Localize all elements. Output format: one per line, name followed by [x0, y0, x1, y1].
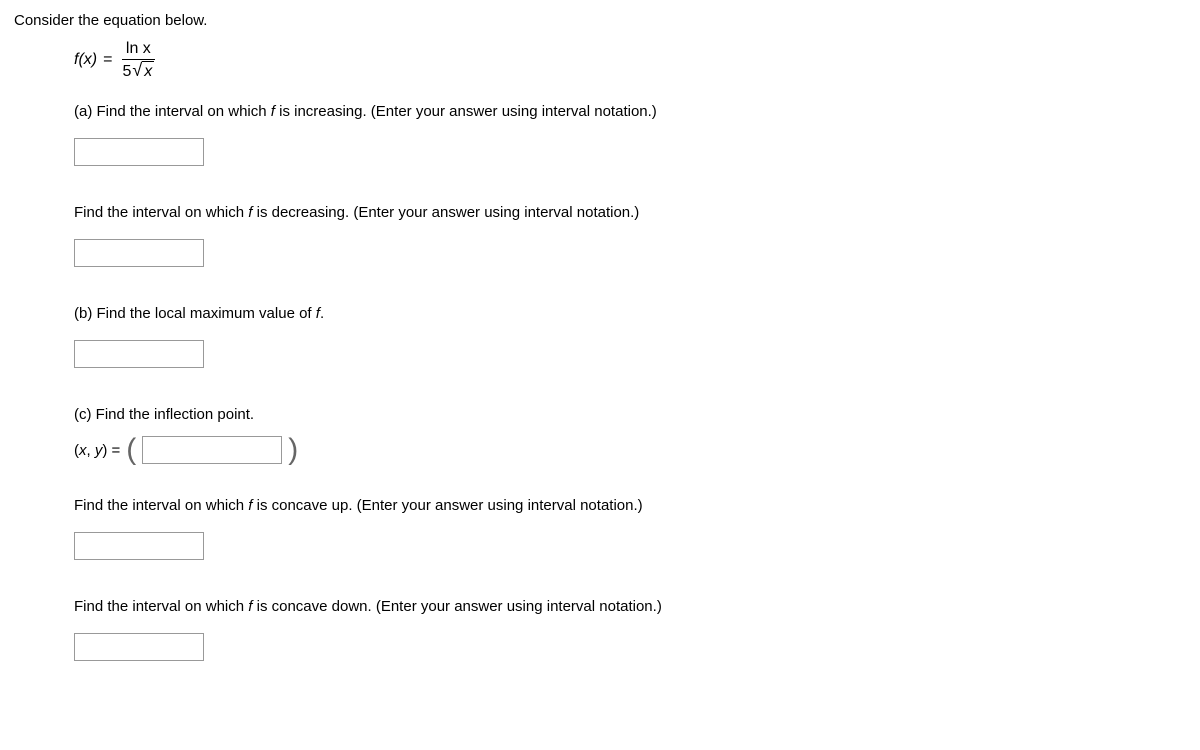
- part-c-concave-down-label: Find the interval on which f is concave …: [74, 596, 1186, 617]
- fraction-numerator: ln x: [122, 39, 155, 60]
- radicand: x: [142, 61, 154, 81]
- part-c-label: (c) Find the inflection point.: [74, 404, 1186, 425]
- part-a-increasing-input[interactable]: [74, 138, 204, 166]
- part-b-label: (b) Find the local maximum value of f.: [74, 303, 1186, 324]
- close-paren-icon: ): [288, 435, 298, 465]
- part-c-concave-up-label: Find the interval on which f is concave …: [74, 495, 1186, 516]
- intro-text: Consider the equation below.: [14, 10, 1186, 31]
- radical-icon: √: [132, 61, 142, 79]
- denominator-coeff: 5: [122, 62, 131, 81]
- equation-fraction: ln x 5 √ x: [118, 39, 158, 81]
- fraction-denominator: 5 √ x: [118, 60, 158, 81]
- part-a-increasing-label: (a) Find the interval on which f is incr…: [74, 101, 1186, 122]
- equation-lhs: f(x): [74, 49, 97, 71]
- sqrt-wrap: √ x: [132, 61, 154, 81]
- part-c-point-row: (x, y) = ( ): [74, 435, 1186, 465]
- part-a-decreasing-label: Find the interval on which f is decreasi…: [74, 202, 1186, 223]
- point-label: (x, y) =: [74, 440, 120, 461]
- content-block: f(x) = ln x 5 √ x (a) Find the interval …: [74, 39, 1186, 661]
- part-c-concave-up-input[interactable]: [74, 532, 204, 560]
- open-paren-icon: (: [126, 435, 136, 465]
- part-a-decreasing-input[interactable]: [74, 239, 204, 267]
- part-b-input[interactable]: [74, 340, 204, 368]
- part-c-concave-down-input[interactable]: [74, 633, 204, 661]
- equation-display: f(x) = ln x 5 √ x: [74, 39, 1186, 81]
- equation-equals: =: [103, 49, 112, 71]
- part-c-point-input[interactable]: [142, 436, 282, 464]
